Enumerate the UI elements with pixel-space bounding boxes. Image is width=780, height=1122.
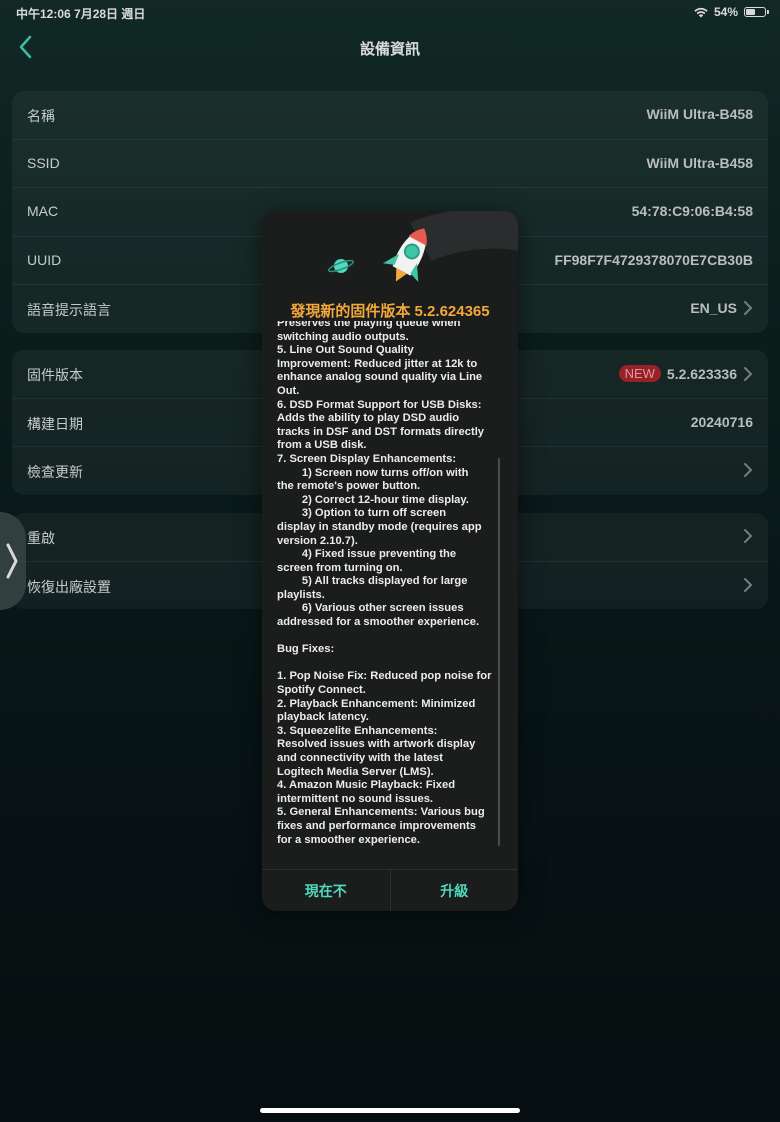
release-notes-scroll[interactable]: Preserves the playing queue when switchi… bbox=[277, 321, 507, 854]
release-notes-text: Preserves the playing queue when switchi… bbox=[277, 321, 492, 846]
home-indicator[interactable] bbox=[260, 1108, 520, 1113]
rocket-illustration bbox=[327, 211, 518, 283]
upgrade-button[interactable]: 升級 bbox=[389, 870, 519, 911]
planet-icon bbox=[327, 259, 355, 273]
scrollbar[interactable] bbox=[498, 458, 500, 846]
dialog-buttons: 現在不 升級 bbox=[262, 869, 518, 911]
firmware-update-dialog: 發現新的固件版本 5.2.624365 Preserves the playin… bbox=[262, 211, 518, 911]
not-now-button[interactable]: 現在不 bbox=[262, 870, 390, 911]
dialog-title: 發現新的固件版本 5.2.624365 bbox=[290, 303, 490, 320]
